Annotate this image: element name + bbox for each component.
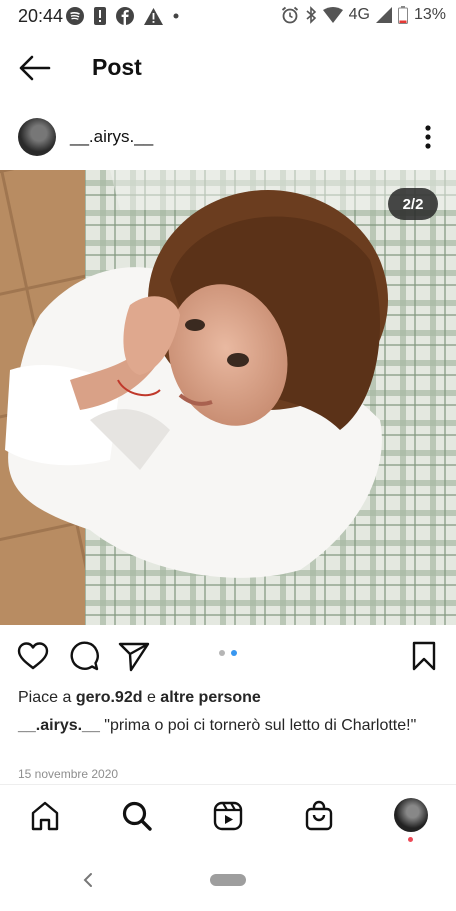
header: Post (0, 40, 456, 96)
caption-text: "prima o poi ci tornerò sul letto di Cha… (99, 717, 417, 734)
status-right: 4G 13% (281, 6, 446, 24)
liked-by-others[interactable]: altre persone (160, 689, 260, 706)
alert-box-icon (94, 7, 106, 25)
liked-by-user[interactable]: gero.92d (76, 689, 143, 706)
system-home-pill[interactable] (210, 874, 246, 886)
carousel-indicator (219, 650, 237, 656)
alarm-icon (281, 6, 298, 24)
bluetooth-icon (306, 6, 316, 24)
comment-bubble-icon[interactable] (68, 640, 100, 672)
battery-icon (397, 6, 408, 24)
notification-icons (66, 7, 179, 25)
likes-line: Piace a gero.92d e altre persone (18, 689, 261, 707)
post-actions (0, 636, 456, 676)
bottom-navigation (0, 794, 456, 844)
status-bar: 20:44 4G 13% (0, 0, 456, 32)
more-notifications-icon (173, 13, 179, 19)
system-back-icon[interactable] (80, 870, 96, 890)
network-type: 4G (348, 6, 370, 23)
wifi-icon (322, 7, 343, 23)
author-avatar[interactable] (18, 118, 56, 156)
reels-icon[interactable] (212, 800, 244, 832)
page-title: Post (92, 54, 142, 80)
warning-icon (144, 7, 163, 25)
system-navigation (0, 860, 456, 900)
facebook-icon (116, 7, 134, 25)
post-image[interactable]: 2/2 (0, 170, 456, 625)
divider (0, 784, 456, 785)
notification-dot (408, 837, 413, 842)
home-icon[interactable] (29, 800, 61, 832)
spotify-icon (66, 7, 84, 25)
shop-bag-icon[interactable] (303, 800, 335, 832)
post-author-row: __.airys.__ (0, 112, 456, 162)
like-heart-icon[interactable] (17, 640, 49, 672)
profile-avatar[interactable] (394, 798, 428, 832)
caption-username[interactable]: __.airys.__ (18, 717, 100, 734)
likes-connector: e (142, 689, 161, 706)
more-options-icon[interactable] (424, 124, 432, 150)
status-time: 20:44 (18, 6, 64, 26)
share-send-icon[interactable] (118, 640, 150, 672)
author-username[interactable]: __.airys.__ (70, 127, 153, 147)
carousel-dot-2 (231, 650, 237, 656)
post-date: 15 novembre 2020 (18, 767, 119, 781)
photo-illustration (0, 170, 456, 625)
post-caption: __.airys.__ "prima o poi ci tornerò sul … (18, 714, 418, 738)
signal-icon (375, 7, 392, 23)
back-arrow-icon[interactable] (18, 54, 52, 82)
search-icon[interactable] (121, 800, 153, 832)
save-bookmark-icon[interactable] (408, 640, 440, 672)
carousel-dot-1 (219, 650, 225, 656)
battery-level: 13% (413, 6, 446, 23)
image-counter-badge: 2/2 (388, 188, 438, 220)
likes-prefix: Piace a (18, 689, 76, 706)
